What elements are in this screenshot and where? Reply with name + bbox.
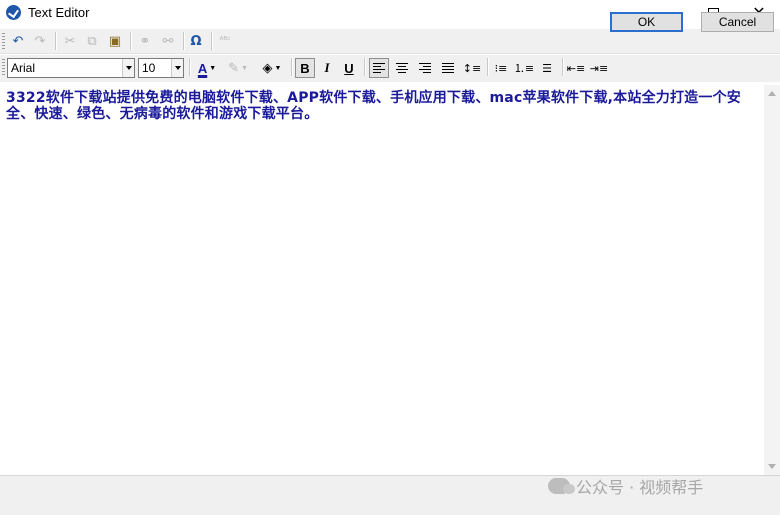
toolbar-separator [562,58,563,76]
format-toolbar: Arial 10 A ▼ ✎ ▼ ◈ ▼ B I U ↕≡ ⁝≡ ⒈≡ ☰ ⇤≡ ⇥≡ [0,55,780,82]
toolbar-separator [55,32,56,50]
chevron-down-icon[interactable] [171,59,183,77]
line-spacing-button[interactable]: ↕≡ [462,58,482,78]
insert-link-button[interactable]: ⚭ [135,31,155,51]
edit-toolbar: ↶ ↷ ✂ ⧉ ▣ ⚭ ⚯ Ω ᴬᴮᶜ [0,29,780,54]
toolbar-separator [364,58,365,76]
toolbar-separator [189,58,190,76]
toolbar-separator [183,32,184,50]
align-center-icon [396,63,408,73]
justify-icon [442,63,454,73]
line-spacing-icon: ↕≡ [462,61,482,75]
numbered-list-button[interactable]: ⒈≡ [514,58,534,78]
fill-color-button[interactable]: ◈ ▼ [258,58,286,78]
cut-icon: ✂ [64,33,76,49]
numbered-list-icon: ⒈≡ [513,62,535,75]
indent-icon: ⇥≡ [589,61,609,75]
decrease-indent-button[interactable]: ⇤≡ [566,58,586,78]
underline-button[interactable]: U [339,58,359,78]
scroll-up-icon[interactable] [768,91,776,96]
align-right-button[interactable] [415,58,435,78]
increase-indent-button[interactable]: ⇥≡ [589,58,609,78]
highlight-button[interactable]: ✎ ▼ [224,58,252,78]
outdent-icon: ⇤≡ [566,61,586,75]
app-icon [6,5,21,20]
cancel-button[interactable]: Cancel [701,12,774,32]
paste-button[interactable]: ▣ [105,31,125,51]
paste-icon: ▣ [108,33,122,49]
editor-area[interactable]: 3322软件下载站提供免费的电脑软件下载、APP软件下载、手机应用下载、mac苹… [0,85,764,475]
toolbar-grip[interactable] [2,59,5,75]
bullet-list-icon: ⁝≡ [494,61,508,75]
checklist-icon: ☰ [542,61,552,75]
font-name-value: Arial [11,61,36,75]
watermark-text: 公众号 · 视频帮手 [576,478,704,497]
remove-link-button[interactable]: ⚯ [158,31,178,51]
ok-button[interactable]: OK [610,12,683,32]
align-left-button[interactable] [369,58,389,78]
redo-button[interactable]: ↷ [30,31,50,51]
spellcheck-icon: ᴬᴮᶜ [219,36,231,46]
redo-icon: ↷ [34,33,46,49]
chevron-down-icon[interactable] [122,59,134,77]
font-color-icon: A [197,60,208,76]
toolbar-separator [487,58,488,76]
align-center-button[interactable] [392,58,412,78]
align-left-icon [373,63,385,73]
italic-button[interactable]: I [317,58,337,78]
copy-icon: ⧉ [87,33,97,49]
copy-button[interactable]: ⧉ [82,31,102,51]
vertical-scrollbar[interactable] [764,85,780,475]
watermark: 公众号 · 视频帮手 [548,474,703,498]
justify-button[interactable] [438,58,458,78]
omega-icon: Ω [190,33,202,49]
window-title: Text Editor [28,5,90,20]
toolbar-separator [130,32,131,50]
editor-content[interactable]: 3322软件下载站提供免费的电脑软件下载、APP软件下载、手机应用下载、mac苹… [6,90,758,122]
align-right-icon [419,63,431,73]
bold-button[interactable]: B [295,58,315,78]
font-name-select[interactable]: Arial [7,58,135,78]
scroll-down-icon[interactable] [768,464,776,469]
undo-icon: ↶ [12,33,24,49]
wechat-logo [548,478,575,494]
insert-symbol-button[interactable]: Ω [186,31,206,51]
toolbar-separator [291,58,292,76]
toolbar-grip[interactable] [2,33,5,49]
remove-link-icon: ⚯ [162,33,174,49]
toolbar-separator [211,32,212,50]
bullet-list-button[interactable]: ⁝≡ [491,58,511,78]
font-size-value: 10 [142,61,156,75]
spellcheck-button[interactable]: ᴬᴮᶜ [215,31,235,51]
checklist-button[interactable]: ☰ [537,58,557,78]
font-size-select[interactable]: 10 [138,58,184,78]
undo-button[interactable]: ↶ [8,31,28,51]
font-color-button[interactable]: A ▼ [194,58,220,78]
cut-button[interactable]: ✂ [60,31,80,51]
insert-link-icon: ⚭ [139,33,151,49]
paint-bucket-icon: ◈ [262,60,273,75]
highlight-icon: ✎ [228,60,239,75]
